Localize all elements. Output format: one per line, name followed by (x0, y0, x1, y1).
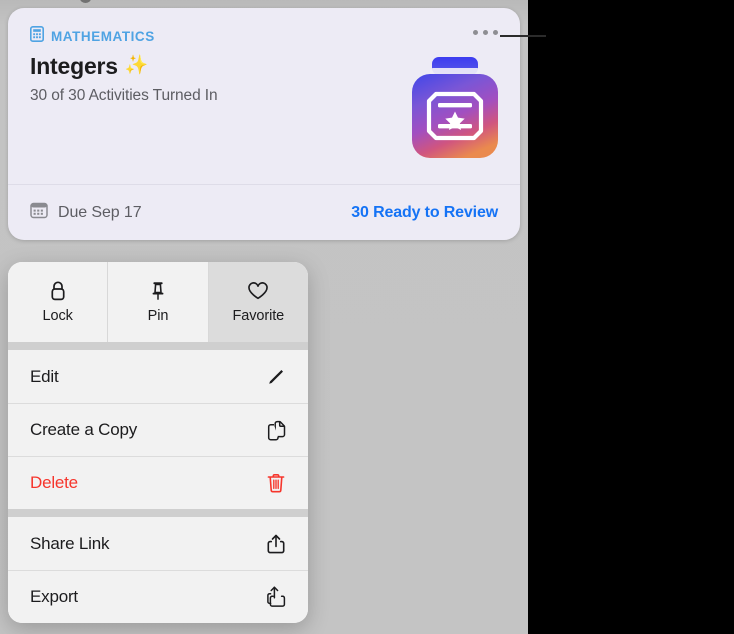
ready-to-review-link[interactable]: 30 Ready to Review (351, 204, 498, 222)
menu-item-edit-label: Edit (30, 366, 59, 386)
menu-item-export[interactable]: Export (8, 570, 308, 623)
subject-label: MATHEMATICS (51, 28, 155, 44)
page-title: Integers (30, 53, 118, 79)
pin-button[interactable]: Pin (108, 262, 209, 342)
ellipsis-dot-2 (483, 30, 488, 35)
pencil-icon (264, 366, 288, 388)
calculator-icon (30, 25, 44, 47)
menu-item-share-link[interactable]: Share Link (8, 517, 308, 570)
cut-off-element-top (80, 0, 91, 3)
export-icon (264, 585, 288, 609)
favorite-button-label: Favorite (232, 308, 285, 324)
sparkles-emoji: ✨ (124, 55, 149, 76)
favorite-button[interactable]: Favorite (208, 262, 308, 342)
lock-button[interactable]: Lock (8, 262, 109, 342)
assignment-card-footer: Due Sep 17 30 Ready to Review (8, 184, 520, 240)
menu-item-create-a-copy-label: Create a Copy (30, 419, 138, 439)
trash-icon (264, 472, 288, 494)
menu-group-divider-2 (8, 509, 308, 517)
callout-leader-line (500, 35, 546, 37)
assignment-card-body: MATHEMATICS Integers ✨ 30 of 30 Activiti… (8, 8, 520, 184)
heart-icon (247, 280, 269, 302)
calendar-icon (30, 201, 48, 224)
menu-item-delete[interactable]: Delete (8, 456, 308, 509)
lock-icon (49, 280, 67, 302)
menu-group-1: Edit Create a Copy Delete (8, 350, 308, 509)
share-icon (264, 533, 288, 555)
lock-button-label: Lock (42, 308, 73, 324)
duplicate-icon (264, 419, 288, 441)
ellipsis-dot-1 (473, 30, 478, 35)
screenshot-root: MATHEMATICS Integers ✨ 30 of 30 Activiti… (0, 0, 734, 634)
pin-button-label: Pin (147, 308, 169, 324)
ellipsis-dot-3 (493, 30, 498, 35)
due-date-group: Due Sep 17 (30, 201, 142, 224)
menu-item-export-label: Export (30, 586, 78, 606)
menu-group-divider-1 (8, 342, 308, 350)
assignment-app-icon (408, 54, 502, 164)
assignment-card[interactable]: MATHEMATICS Integers ✨ 30 of 30 Activiti… (8, 8, 520, 240)
pin-icon (149, 280, 167, 302)
menu-item-delete-label: Delete (30, 472, 78, 492)
quick-actions-row: Lock Pin Favorite (8, 262, 308, 342)
menu-item-share-link-label: Share Link (30, 533, 110, 553)
menu-item-create-a-copy[interactable]: Create a Copy (8, 403, 308, 456)
due-date-text: Due Sep 17 (58, 203, 142, 221)
context-menu[interactable]: Lock Pin Favorite Edit Create a Copy Del… (8, 262, 308, 623)
card-more-button[interactable] (473, 30, 498, 35)
subject-row: MATHEMATICS (30, 25, 498, 47)
app-canvas: MATHEMATICS Integers ✨ 30 of 30 Activiti… (0, 0, 528, 634)
menu-item-edit[interactable]: Edit (8, 350, 308, 403)
menu-group-2: Share Link Export (8, 517, 308, 623)
